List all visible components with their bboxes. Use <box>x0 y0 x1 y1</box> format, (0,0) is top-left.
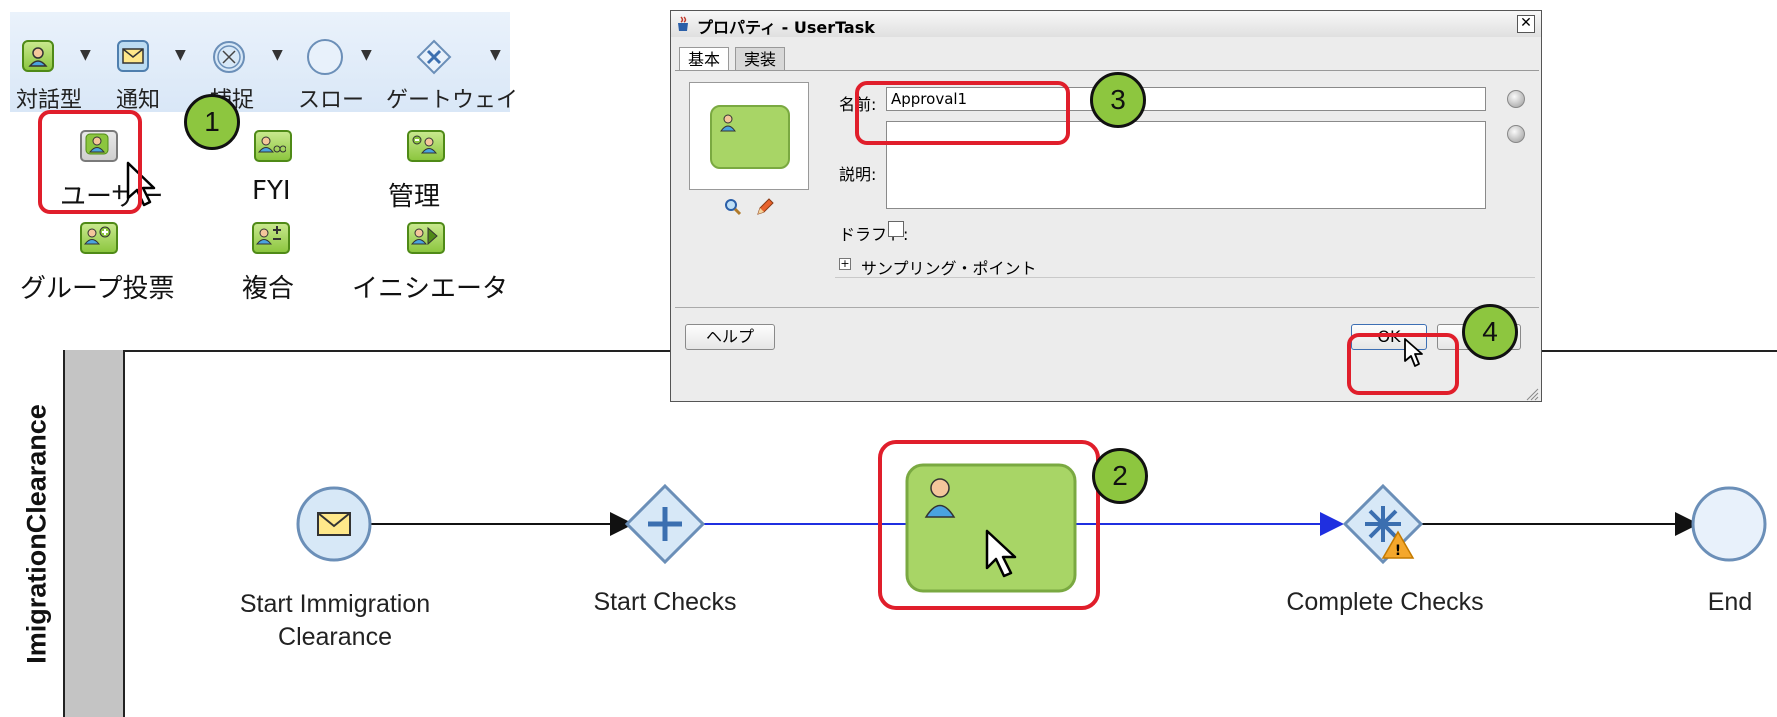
end-event[interactable] <box>1691 486 1767 562</box>
magnifier-icon[interactable] <box>723 197 743 217</box>
dialog-title: プロパティ - UserTask <box>697 18 875 37</box>
tab-basic[interactable]: 基本 <box>679 47 730 71</box>
edit-pencil-icon[interactable] <box>755 197 775 217</box>
resize-grip-icon[interactable] <box>1525 387 1539 401</box>
highlight-name-field <box>855 81 1070 145</box>
description-label: 説明: <box>839 165 877 184</box>
expand-plus-icon[interactable]: + <box>839 258 851 270</box>
draft-checkbox[interactable] <box>888 221 904 237</box>
user-task-icon <box>710 105 790 169</box>
footer-divider <box>675 307 1539 308</box>
complex-gateway-icon[interactable]: ! <box>1342 483 1424 565</box>
parallel-gateway-icon[interactable] <box>624 483 706 565</box>
sampling-points-label[interactable]: サンプリング・ポイント <box>861 255 1037 279</box>
highlight-user-task <box>878 440 1100 610</box>
complete-checks-label: Complete Checks <box>1286 588 1484 616</box>
close-icon[interactable]: ✕ <box>1517 15 1535 33</box>
start-event-label: Start Immigration Clearance <box>239 590 431 651</box>
highlight-ok-button <box>1347 333 1459 395</box>
help-button[interactable]: ヘルプ <box>685 324 775 350</box>
section-divider <box>835 277 1535 278</box>
step-callout: 2 <box>1092 448 1148 504</box>
step-callout: 4 <box>1462 304 1518 360</box>
app-cup-icon <box>678 16 688 31</box>
globe-icon[interactable] <box>1507 125 1525 143</box>
end-event-label: End <box>1707 588 1753 616</box>
step-callout: 3 <box>1090 72 1146 128</box>
start-message-event[interactable] <box>296 486 372 562</box>
step-callout: 1 <box>184 94 240 150</box>
tab-implementation[interactable]: 実装 <box>735 47 786 71</box>
highlight-user-item <box>38 110 142 214</box>
tab-divider <box>675 70 1539 71</box>
start-checks-label: Start Checks <box>593 588 737 616</box>
svg-text:!: ! <box>1395 543 1401 559</box>
task-preview <box>689 82 809 190</box>
globe-icon[interactable] <box>1507 90 1525 108</box>
